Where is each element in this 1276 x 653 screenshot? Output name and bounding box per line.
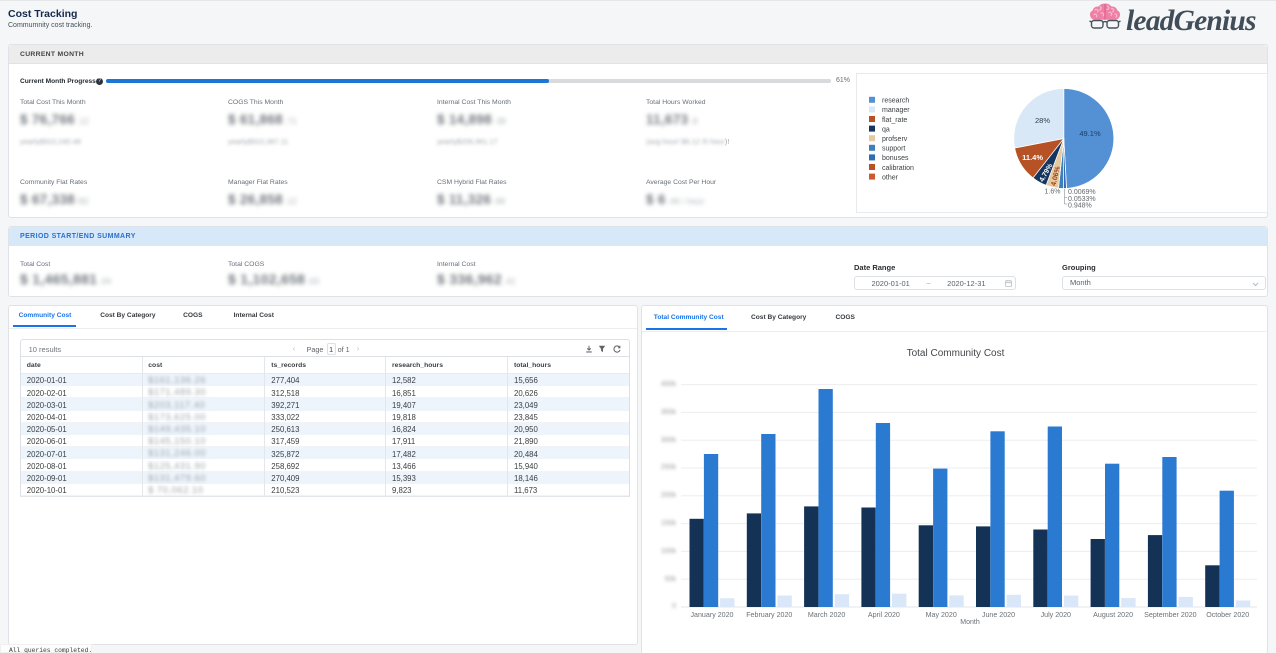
svg-text:flat_rate: flat_rate [882,117,907,124]
svg-text:support: support [882,146,905,153]
svg-text:49.1%: 49.1% [1079,129,1101,138]
svg-text:other: other [882,174,899,181]
svg-text:qa: qa [882,126,890,133]
svg-text:July 2020: July 2020 [1041,611,1071,619]
svg-text:1.6%: 1.6% [1045,189,1061,196]
svg-text:leadGenius: leadGenius [1126,5,1256,37]
svg-text:February 2020: February 2020 [746,611,792,619]
svg-text:0.948%: 0.948% [1068,203,1092,210]
svg-text:September 2020: September 2020 [1144,611,1197,619]
svg-text:bonuses: bonuses [882,155,909,162]
svg-text:manager: manager [882,107,910,114]
svg-text:January 2020: January 2020 [691,611,734,619]
svg-text:profserv: profserv [882,136,908,143]
svg-text:October 2020: October 2020 [1206,611,1249,619]
svg-text:April 2020: April 2020 [868,611,900,619]
svg-text:Month: Month [960,619,980,626]
svg-text:May 2020: May 2020 [926,611,957,619]
svg-text:calibration: calibration [882,165,914,172]
svg-text:research: research [882,98,909,105]
svg-text:March 2020: March 2020 [808,611,846,619]
svg-text:11.4%: 11.4% [1022,153,1043,162]
svg-text:August 2020: August 2020 [1093,611,1133,619]
svg-text:June 2020: June 2020 [982,611,1015,619]
svg-text:28%: 28% [1035,116,1050,125]
